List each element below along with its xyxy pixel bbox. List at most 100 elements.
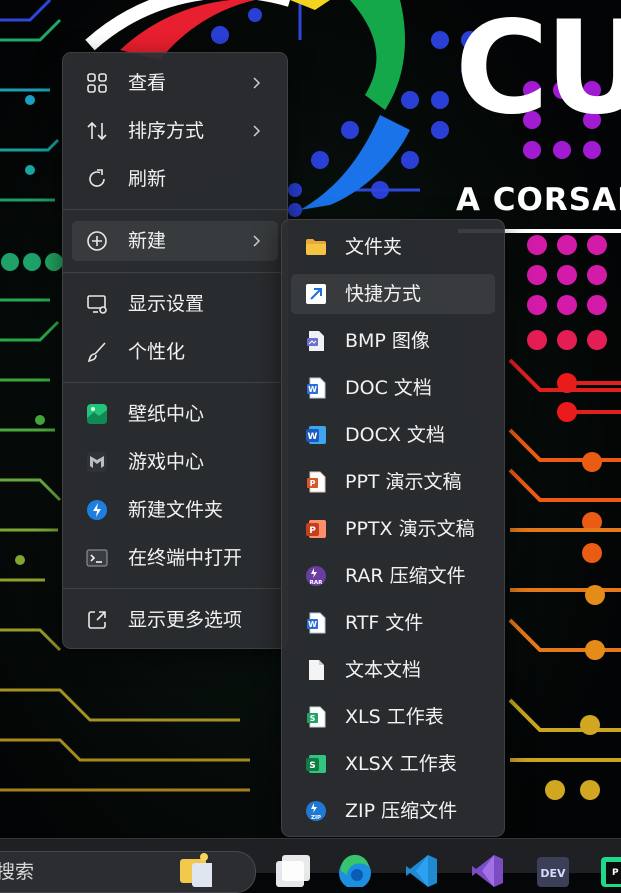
submenu-item-shortcut[interactable]: 快捷方式: [291, 274, 495, 314]
view-grid-icon: [86, 72, 108, 94]
menu-item-view[interactable]: 查看: [72, 63, 278, 103]
task-view-icon[interactable]: [276, 853, 310, 887]
menu-item-new-folder[interactable]: 新建文件夹: [72, 490, 278, 530]
menu-item-label: 新建: [128, 230, 167, 252]
svg-text:W: W: [308, 620, 317, 629]
menu-item-label: 游戏中心: [128, 451, 205, 473]
chevron-right-icon: [248, 123, 264, 139]
submenu-item-rar[interactable]: RAR RAR 压缩文件: [291, 556, 495, 596]
new-plus-icon: [86, 230, 108, 252]
menu-item-label: 刷新: [128, 168, 167, 190]
submenu-item-label: PPTX 演示文稿: [345, 518, 475, 540]
zip-archive-icon: ZIP: [305, 800, 327, 822]
svg-text:DEV: DEV: [540, 867, 566, 880]
submenu-item-folder[interactable]: 文件夹: [291, 227, 495, 267]
refresh-icon: [86, 168, 108, 190]
menu-item-personalize[interactable]: 个性化: [72, 332, 278, 372]
svg-text:W: W: [308, 385, 317, 394]
submenu-item-label: XLS 工作表: [345, 706, 444, 728]
rtf-file-icon: W: [305, 612, 327, 634]
game-center-icon: [86, 451, 108, 473]
menu-item-wallpaper-center[interactable]: 壁纸中心: [72, 394, 278, 434]
chevron-right-icon: [248, 233, 264, 249]
pptx-icon: P: [305, 518, 327, 540]
brand-logo-tagline: A CORSAI: [456, 182, 621, 218]
svg-text:W: W: [308, 432, 318, 442]
submenu-item-text-document[interactable]: 文本文档: [291, 650, 495, 690]
word-docx-icon: W: [305, 424, 327, 446]
visual-studio-icon[interactable]: [470, 853, 504, 887]
text-document-icon: [305, 659, 327, 681]
menu-item-label: 显示设置: [128, 293, 205, 315]
menu-item-label: 查看: [128, 72, 167, 94]
submenu-item-label: 文本文档: [345, 659, 422, 681]
menu-separator: [63, 588, 287, 589]
menu-item-refresh[interactable]: 刷新: [72, 159, 278, 199]
svg-text:P: P: [310, 479, 316, 488]
display-settings-icon: [86, 293, 108, 315]
folder-icon: [305, 236, 327, 258]
pycharm-icon[interactable]: P: [600, 853, 621, 887]
submenu-item-docx[interactable]: W DOCX 文档: [291, 415, 495, 455]
menu-item-new[interactable]: 新建: [72, 221, 278, 261]
svg-text:P: P: [309, 526, 316, 536]
desktop-context-menu: 查看 排序方式 刷新 新建 显示设置 个性化 壁纸中心 游戏中心 新建文件夹 在…: [62, 52, 288, 649]
new-folder-app-icon: [86, 499, 108, 521]
word-doc-icon: W: [305, 377, 327, 399]
submenu-item-pptx[interactable]: P PPTX 演示文稿: [291, 509, 495, 549]
svg-text:P: P: [612, 868, 619, 878]
svg-text:S: S: [309, 761, 315, 771]
submenu-item-label: RTF 文件: [345, 612, 424, 634]
svg-text:RAR: RAR: [310, 580, 323, 586]
submenu-item-xlsx[interactable]: S XLSX 工作表: [291, 744, 495, 784]
terminal-icon: [86, 547, 108, 569]
taskbar-search-label: 搜索: [0, 861, 35, 883]
ppt-icon: P: [305, 471, 327, 493]
submenu-item-label: 文件夹: [345, 236, 403, 258]
shortcut-icon: [305, 283, 327, 305]
new-submenu: 文件夹 快捷方式 BMP 图像 W DOC 文档 W DOCX 文档 P PPT…: [281, 219, 505, 837]
svg-text:ZIP: ZIP: [311, 815, 321, 821]
menu-item-open-in-terminal[interactable]: 在终端中打开: [72, 538, 278, 578]
submenu-item-label: RAR 压缩文件: [345, 565, 466, 587]
menu-item-display-settings[interactable]: 显示设置: [72, 284, 278, 324]
submenu-item-bmp[interactable]: BMP 图像: [291, 321, 495, 361]
file-explorer-icon[interactable]: [178, 853, 218, 887]
xlsx-icon: S: [305, 753, 327, 775]
dev-home-icon[interactable]: DEV: [536, 853, 570, 887]
menu-separator: [63, 382, 287, 383]
menu-item-sort-by[interactable]: 排序方式: [72, 111, 278, 151]
personalize-brush-icon: [86, 341, 108, 363]
menu-item-label: 显示更多选项: [128, 609, 243, 631]
submenu-item-label: BMP 图像: [345, 330, 430, 352]
submenu-item-label: DOC 文档: [345, 377, 432, 399]
submenu-item-label: 快捷方式: [345, 283, 422, 305]
submenu-item-label: ZIP 压缩文件: [345, 800, 458, 822]
svg-text:S: S: [310, 714, 316, 723]
menu-item-label: 在终端中打开: [128, 547, 243, 569]
menu-item-show-more-options[interactable]: 显示更多选项: [72, 600, 278, 640]
submenu-item-label: PPT 演示文稿: [345, 471, 462, 493]
taskbar-search-box[interactable]: [0, 851, 256, 893]
submenu-item-ppt[interactable]: P PPT 演示文稿: [291, 462, 495, 502]
menu-item-label: 壁纸中心: [128, 403, 205, 425]
submenu-item-xls[interactable]: S XLS 工作表: [291, 697, 495, 737]
xls-icon: S: [305, 706, 327, 728]
taskbar: 搜索 DEV P: [0, 838, 621, 893]
submenu-item-doc[interactable]: W DOC 文档: [291, 368, 495, 408]
submenu-item-zip[interactable]: ZIP ZIP 压缩文件: [291, 791, 495, 831]
rar-archive-icon: RAR: [305, 565, 327, 587]
chevron-right-icon: [248, 75, 264, 91]
submenu-item-rtf[interactable]: W RTF 文件: [291, 603, 495, 643]
edge-icon[interactable]: [338, 853, 372, 889]
vscode-icon[interactable]: [404, 853, 438, 887]
brand-logo-wordmark: CU: [455, 0, 621, 143]
menu-item-label: 新建文件夹: [128, 499, 224, 521]
more-options-icon: [86, 609, 108, 631]
menu-item-label: 个性化: [128, 341, 186, 363]
menu-item-label: 排序方式: [128, 120, 205, 142]
menu-separator: [63, 272, 287, 273]
submenu-item-label: XLSX 工作表: [345, 753, 457, 775]
sort-icon: [86, 120, 108, 142]
menu-item-game-center[interactable]: 游戏中心: [72, 442, 278, 482]
